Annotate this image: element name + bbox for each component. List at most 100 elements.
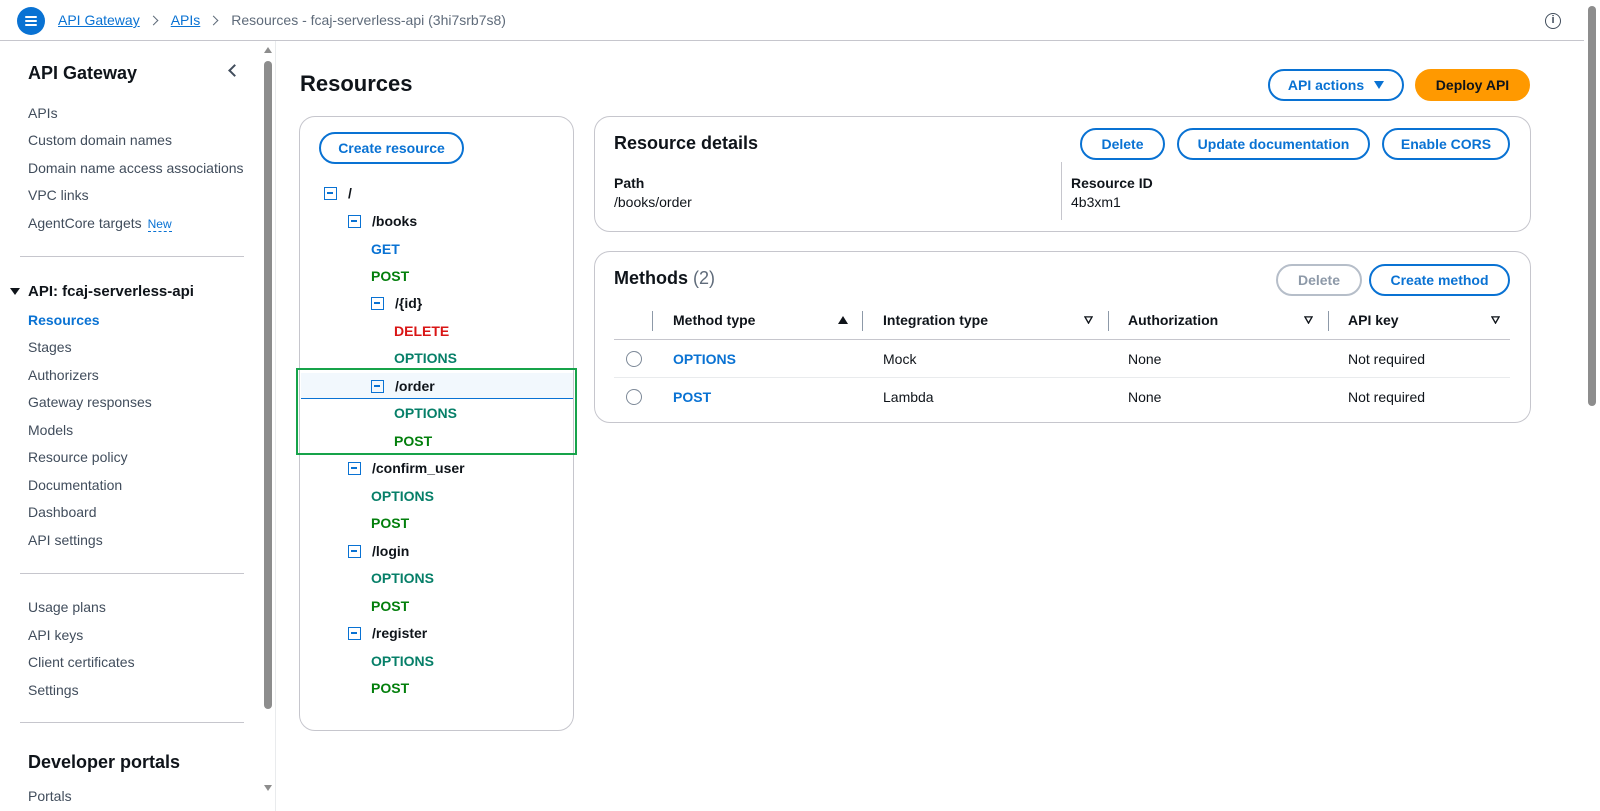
- sidebar-divider: [20, 722, 244, 723]
- methods-title: Methods (2): [614, 268, 715, 289]
- sort-icon[interactable]: [1491, 316, 1500, 324]
- sidebar-item-api-keys[interactable]: API keys: [28, 627, 83, 643]
- create-method-button[interactable]: Create method: [1369, 264, 1510, 296]
- tree-resource-login[interactable]: /login: [348, 543, 409, 559]
- api-key-cell: Not required: [1348, 389, 1426, 405]
- sidebar-item-custom-domain-names[interactable]: Custom domain names: [28, 132, 172, 148]
- breadcrumb-api-gateway[interactable]: API Gateway: [58, 12, 140, 28]
- sidebar-item-apis[interactable]: APIs: [28, 105, 58, 121]
- sidebar-item-settings[interactable]: Settings: [28, 682, 79, 698]
- sidebar-border: [275, 41, 276, 811]
- delete-method-button[interactable]: Delete: [1276, 264, 1362, 296]
- create-resource-button[interactable]: Create resource: [319, 132, 464, 164]
- table-header-divider: [614, 339, 1510, 340]
- tree-method-books-post[interactable]: POST: [371, 268, 409, 284]
- sidebar-item-stages[interactable]: Stages: [28, 339, 72, 355]
- tree-resource-id[interactable]: /{id}: [371, 295, 422, 311]
- update-documentation-button[interactable]: Update documentation: [1177, 128, 1370, 160]
- collapse-icon[interactable]: [371, 296, 384, 310]
- collapse-sidebar-icon[interactable]: [228, 64, 241, 77]
- collapse-icon[interactable]: [348, 544, 361, 558]
- row-select-radio[interactable]: [626, 351, 642, 367]
- sidebar-item-client-certificates[interactable]: Client certificates: [28, 654, 135, 670]
- column-header-api-key[interactable]: API key: [1348, 312, 1399, 328]
- column-separator[interactable]: [1328, 311, 1329, 331]
- sidebar-item-documentation[interactable]: Documentation: [28, 477, 122, 493]
- path-label: Path: [614, 175, 645, 191]
- integration-type-cell: Lambda: [883, 389, 934, 405]
- collapse-icon[interactable]: [348, 214, 361, 228]
- column-separator[interactable]: [1108, 311, 1109, 331]
- breadcrumb: API Gateway APIs Resources - fcaj-server…: [58, 12, 506, 28]
- sidebar-section-api[interactable]: API: fcaj-serverless-api: [10, 283, 194, 300]
- caret-down-icon: [1374, 81, 1385, 89]
- new-badge[interactable]: New: [147, 217, 172, 232]
- path-value: /books/order: [614, 194, 692, 210]
- tree-method-register-post[interactable]: POST: [371, 680, 409, 696]
- sidebar-item-agentcore-targets[interactable]: AgentCore targets New: [28, 215, 172, 232]
- tree-method-login-post[interactable]: POST: [371, 598, 409, 614]
- sidebar-section-label: API: fcaj-serverless-api: [28, 283, 194, 300]
- sidebar-item-api-settings[interactable]: API settings: [28, 532, 103, 548]
- enable-cors-button[interactable]: Enable CORS: [1382, 128, 1510, 160]
- resource-id-value: 4b3xm1: [1071, 194, 1121, 210]
- sidebar-scrollbar[interactable]: [262, 41, 274, 811]
- deploy-api-button[interactable]: Deploy API: [1415, 69, 1530, 101]
- api-key-cell: Not required: [1348, 351, 1426, 367]
- collapse-icon[interactable]: [348, 626, 361, 640]
- collapse-icon[interactable]: [348, 461, 361, 475]
- sidebar-item-usage-plans[interactable]: Usage plans: [28, 599, 106, 615]
- chevron-right-icon: [148, 15, 159, 25]
- collapse-icon[interactable]: [324, 186, 337, 200]
- breadcrumb-current: Resources - fcaj-serverless-api (3hi7srb…: [231, 12, 506, 28]
- sidebar-item-authorizers[interactable]: Authorizers: [28, 367, 99, 383]
- scroll-down-icon[interactable]: [264, 785, 272, 791]
- caret-down-icon: [10, 288, 20, 295]
- tree-resource-books[interactable]: /books: [348, 213, 417, 229]
- column-header-authorization[interactable]: Authorization: [1128, 312, 1218, 328]
- row-select-radio[interactable]: [626, 389, 642, 405]
- scroll-up-icon[interactable]: [264, 47, 272, 53]
- api-actions-label: API actions: [1287, 77, 1365, 93]
- method-type-cell[interactable]: POST: [673, 389, 711, 405]
- tree-method-id-options[interactable]: OPTIONS: [394, 350, 457, 366]
- api-actions-button[interactable]: API actions: [1268, 69, 1404, 101]
- tree-resource-root[interactable]: /: [324, 185, 352, 201]
- scrollbar-thumb[interactable]: [1588, 6, 1596, 406]
- column-header-integration-type[interactable]: Integration type: [883, 312, 988, 328]
- integration-type-cell: Mock: [883, 351, 917, 367]
- tree-method-login-options[interactable]: OPTIONS: [371, 570, 434, 586]
- breadcrumb-apis[interactable]: APIs: [171, 12, 201, 28]
- method-type-cell[interactable]: OPTIONS: [673, 351, 736, 367]
- sidebar-item-resources[interactable]: Resources: [28, 312, 100, 328]
- tree-resource-register[interactable]: /register: [348, 625, 427, 641]
- tree-method-register-options[interactable]: OPTIONS: [371, 653, 434, 669]
- sidebar-item-models[interactable]: Models: [28, 422, 73, 438]
- column-separator: [652, 311, 653, 331]
- delete-resource-button[interactable]: Delete: [1080, 128, 1165, 160]
- tree-resource-confirm-user[interactable]: /confirm_user: [348, 460, 465, 476]
- sidebar-item-portals[interactable]: Portals: [28, 788, 72, 804]
- sidebar-item-dashboard[interactable]: Dashboard: [28, 504, 97, 520]
- column-header-method-type[interactable]: Method type: [673, 312, 755, 328]
- tree-method-id-delete[interactable]: DELETE: [394, 323, 449, 339]
- sort-ascending-icon[interactable]: [838, 316, 848, 324]
- sidebar-item-gateway-responses[interactable]: Gateway responses: [28, 394, 152, 410]
- column-separator[interactable]: [862, 311, 863, 331]
- sort-icon[interactable]: [1304, 316, 1313, 324]
- menu-icon[interactable]: [17, 7, 45, 35]
- sidebar-item-resource-policy[interactable]: Resource policy: [28, 449, 128, 465]
- scrollbar-thumb[interactable]: [264, 61, 272, 709]
- sidebar-item-label: AgentCore targets: [28, 215, 142, 231]
- page-scrollbar[interactable]: [1585, 0, 1600, 811]
- developer-portals-heading: Developer portals: [28, 752, 181, 772]
- sidebar-item-domain-name-access-associations[interactable]: Domain name access associations: [28, 160, 244, 176]
- sidebar: API Gateway APIs Custom domain names Dom…: [0, 41, 264, 811]
- sort-icon[interactable]: [1084, 316, 1093, 324]
- sidebar-item-vpc-links[interactable]: VPC links: [28, 187, 89, 203]
- tree-method-confirm-user-post[interactable]: POST: [371, 515, 409, 531]
- sidebar-divider: [20, 256, 244, 257]
- info-icon[interactable]: i: [1545, 13, 1561, 29]
- tree-method-books-get[interactable]: GET: [371, 241, 400, 257]
- tree-method-confirm-user-options[interactable]: OPTIONS: [371, 488, 434, 504]
